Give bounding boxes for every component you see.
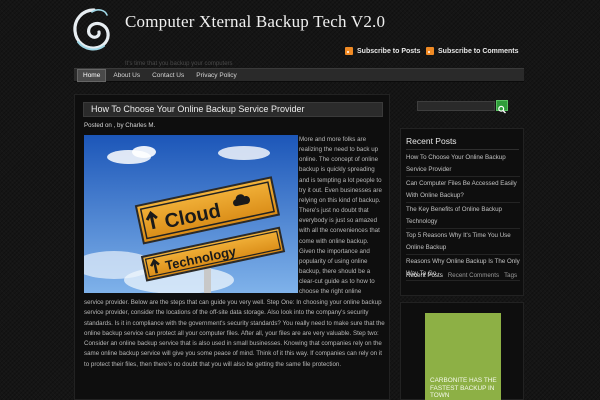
rss-icon (345, 47, 353, 55)
site-title[interactable]: Computer Xternal Backup Tech V2.0 (125, 10, 395, 34)
carbonite-ad-text: CARBONITE HAS THE FASTEST BACKUP IN TOWN (430, 377, 497, 399)
divider (406, 149, 519, 150)
tab-recent-comments[interactable]: Recent Comments (448, 272, 499, 279)
subscribe-posts-link[interactable]: Subscribe to Posts (345, 47, 420, 55)
swirl-logo-icon[interactable] (72, 6, 112, 52)
post-image-cloud-sign: Cloud Technology (84, 135, 298, 293)
nav-privacy-policy[interactable]: Privacy Policy (191, 70, 241, 81)
subscribe-comments-label: Subscribe to Comments (438, 47, 519, 55)
sidebar-tabs: Recent Posts Recent Comments Tags (406, 272, 517, 279)
post-body-continued: service provider. Below are the steps th… (84, 299, 385, 368)
nav-contact-us[interactable]: Contact Us (147, 70, 189, 81)
subscribe-posts-label: Subscribe to Posts (357, 47, 421, 55)
post-title[interactable]: How To Choose Your Online Backup Service… (83, 102, 383, 117)
post-meta: Posted on , by Charles M. (84, 122, 155, 129)
nav-about-us[interactable]: About Us (108, 70, 145, 81)
tab-recent-posts[interactable]: Recent Posts (406, 272, 443, 279)
recent-posts-widget: Recent Posts How To Choose Your Online B… (400, 128, 524, 296)
recent-posts-heading: Recent Posts (406, 136, 457, 146)
site-tagline: It's time that you backup your computers (125, 61, 233, 67)
recent-post-link[interactable]: Top 5 Reasons Why It's Time You Use Onli… (406, 229, 520, 255)
search-button[interactable] (496, 100, 508, 114)
search-icon (498, 105, 506, 114)
ad-widget: CARBONITE HAS THE FASTEST BACKUP IN TOWN (400, 302, 524, 400)
recent-post-link[interactable]: The Key Benefits of Online Backup Techno… (406, 203, 520, 229)
nav-home[interactable]: Home (77, 68, 107, 82)
recent-post-link[interactable]: How To Choose Your Online Backup Service… (406, 151, 520, 177)
post-meta-prefix: Posted on , by (84, 122, 124, 129)
post-author[interactable]: Charles M. (125, 122, 155, 129)
carbonite-ad-banner[interactable]: CARBONITE HAS THE FASTEST BACKUP IN TOWN (425, 313, 501, 400)
post-body-intro: More and more folks are realizing the ne… (299, 136, 382, 296)
main-nav: Home About Us Contact Us Privacy Policy (74, 68, 524, 82)
recent-posts-list: How To Choose Your Online Backup Service… (406, 151, 520, 281)
rss-icon (426, 47, 434, 55)
recent-post-link[interactable]: Can Computer Files Be Accessed Easily Wi… (406, 177, 520, 203)
search-input[interactable] (417, 101, 495, 111)
post-panel: How To Choose Your Online Backup Service… (74, 94, 390, 400)
subscribe-comments-link[interactable]: Subscribe to Comments (426, 47, 519, 55)
tab-tags[interactable]: Tags (504, 272, 517, 279)
